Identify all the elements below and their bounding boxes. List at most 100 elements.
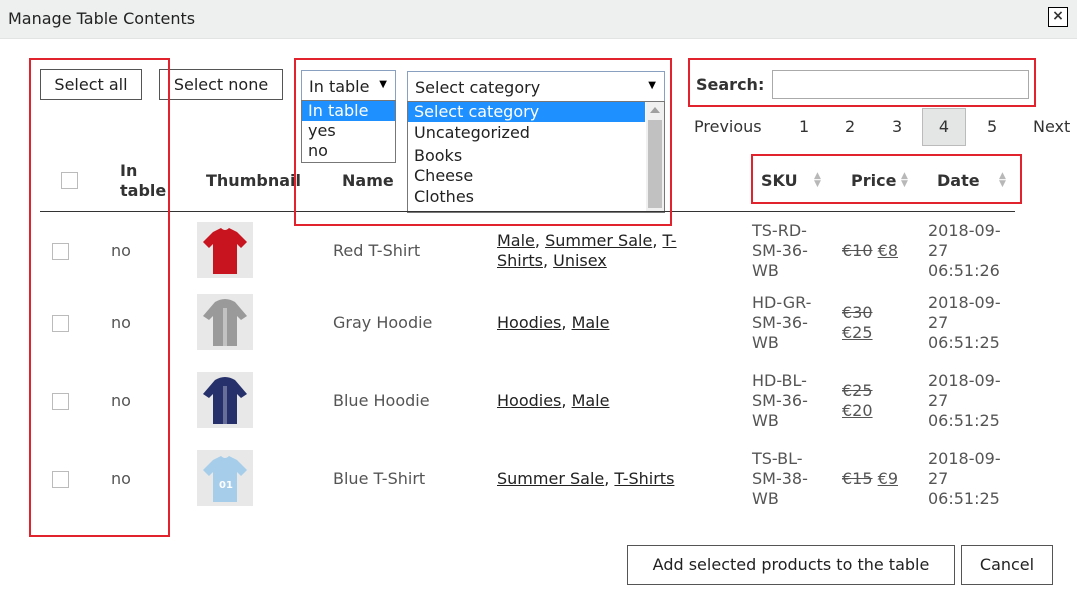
column-header-date[interactable]: Date — [937, 171, 980, 190]
category-option[interactable]: Cheese — [408, 166, 645, 186]
pagination-page-3[interactable]: 3 — [892, 117, 902, 136]
row-price: €25 €20 — [842, 381, 882, 421]
product-thumbnail — [197, 222, 253, 278]
select-all-button[interactable]: Select all — [40, 69, 142, 100]
sku-line: SM-36- — [752, 391, 808, 410]
date-line: 2018-09- — [928, 371, 1001, 390]
scrollbar-thumb[interactable] — [648, 120, 662, 208]
cancel-button[interactable]: Cancel — [961, 545, 1053, 585]
category-link[interactable]: Male — [497, 231, 535, 250]
row-name: Blue Hoodie — [333, 391, 430, 410]
price-new[interactable]: €20 — [842, 401, 873, 420]
row-checkbox[interactable] — [52, 471, 69, 488]
price-old: €30 — [842, 303, 873, 322]
product-thumbnail — [197, 294, 253, 350]
category-filter-select[interactable]: Select category ▼ — [407, 71, 665, 102]
category-option[interactable]: Uncategorized — [408, 123, 645, 143]
date-line: 2018-09- — [928, 293, 1001, 312]
in-table-option[interactable]: no — [302, 141, 395, 161]
sku-line: WB — [752, 333, 779, 352]
row-checkbox[interactable] — [52, 243, 69, 260]
sku-line: WB — [752, 489, 779, 508]
sku-line: HD-GR- — [752, 293, 812, 312]
in-table-filter-dropdown: In table yes no — [301, 100, 396, 163]
select-all-checkbox[interactable] — [61, 172, 78, 189]
price-new[interactable]: €8 — [878, 241, 898, 260]
category-link[interactable]: Male — [572, 313, 610, 332]
category-filter-value: Select category — [415, 78, 541, 97]
dropdown-scrollbar[interactable] — [646, 102, 664, 212]
category-option[interactable]: Select category — [408, 102, 645, 122]
sort-icon[interactable]: ▲ ▼ — [999, 172, 1006, 189]
row-checkbox[interactable] — [52, 393, 69, 410]
pagination-previous[interactable]: Previous — [694, 117, 762, 136]
row-sku: TS-RD- SM-36- WB — [752, 221, 808, 281]
date-line: 2018-09- — [928, 221, 1001, 240]
category-link[interactable]: T-Shirts — [614, 469, 674, 488]
sort-icon[interactable]: ▲ ▼ — [814, 172, 821, 189]
date-line: 06:51:25 — [928, 489, 1000, 508]
in-table-filter-value: In table — [309, 77, 370, 96]
column-header-name[interactable]: Name — [342, 171, 394, 190]
row-sku: HD-GR- SM-36- WB — [752, 293, 811, 353]
row-sku: TS-BL- SM-38- WB — [752, 449, 808, 509]
date-line: 27 — [928, 469, 949, 488]
pagination-page-current[interactable]: 4 — [922, 108, 966, 146]
category-link[interactable]: Summer Sale — [545, 231, 652, 250]
chevron-down-icon: ▼ — [379, 79, 387, 90]
sku-line: SM-36- — [752, 313, 808, 332]
date-line: 27 — [928, 391, 949, 410]
pagination-page-5[interactable]: 5 — [987, 117, 997, 136]
sku-line: WB — [752, 411, 779, 430]
row-date: 2018-09- 27 06:51:25 — [928, 449, 1001, 509]
column-header-price[interactable]: Price — [851, 171, 896, 190]
add-selected-button[interactable]: Add selected products to the table — [627, 545, 955, 585]
in-table-option[interactable]: yes — [302, 121, 395, 141]
sort-icon[interactable]: ▲ ▼ — [901, 172, 908, 189]
sku-line: TS-RD- — [752, 221, 807, 240]
date-line: 2018-09- — [928, 449, 1001, 468]
dialog-title: Manage Table Contents — [8, 9, 196, 28]
pagination-page-2[interactable]: 2 — [845, 117, 855, 136]
column-header-sku[interactable]: SKU — [761, 171, 798, 190]
svg-text:01: 01 — [219, 480, 233, 491]
row-price: €15 €9 — [842, 469, 912, 489]
search-label: Search: — [696, 75, 765, 94]
pagination-next[interactable]: Next — [1033, 117, 1070, 136]
highlight-box-selection — [29, 58, 170, 537]
scroll-up-icon[interactable] — [650, 107, 660, 113]
price-old: €25 — [842, 381, 873, 400]
price-new[interactable]: €25 — [842, 323, 873, 342]
category-link[interactable]: Summer Sale — [497, 469, 604, 488]
date-line: 06:51:26 — [928, 261, 1000, 280]
row-checkbox[interactable] — [52, 315, 69, 332]
dialog-titlebar: Manage Table Contents × — [0, 0, 1077, 39]
row-name: Red T-Shirt — [333, 241, 421, 260]
pagination-page-1[interactable]: 1 — [799, 117, 809, 136]
sku-line: WB — [752, 261, 779, 280]
column-header-in-table[interactable]: In table — [120, 161, 170, 201]
category-option[interactable]: Clothes — [408, 187, 645, 207]
search-input[interactable] — [772, 70, 1029, 99]
row-in-table: no — [111, 469, 131, 488]
row-date: 2018-09- 27 06:51:25 — [928, 371, 1001, 431]
price-old: €15 — [842, 469, 873, 488]
row-date: 2018-09- 27 06:51:25 — [928, 293, 1001, 353]
category-link[interactable]: Male — [572, 391, 610, 410]
row-categories: Hoodies, Male — [497, 391, 610, 410]
column-header-thumbnail: Thumbnail — [206, 171, 301, 190]
price-new[interactable]: €9 — [878, 469, 898, 488]
sku-line: SM-36- — [752, 241, 808, 260]
sku-line: SM-38- — [752, 469, 808, 488]
in-table-filter-select[interactable]: In table ▼ — [301, 70, 396, 101]
date-line: 27 — [928, 241, 949, 260]
row-price: €30 €25 — [842, 303, 882, 343]
category-link[interactable]: Unisex — [553, 251, 607, 270]
category-link[interactable]: Hoodies — [497, 391, 561, 410]
sku-line: HD-BL- — [752, 371, 807, 390]
select-none-button[interactable]: Select none — [159, 69, 283, 100]
category-link[interactable]: Hoodies — [497, 313, 561, 332]
in-table-option[interactable]: In table — [302, 101, 395, 121]
close-icon[interactable]: × — [1048, 7, 1068, 27]
category-option[interactable]: Books — [408, 146, 645, 166]
